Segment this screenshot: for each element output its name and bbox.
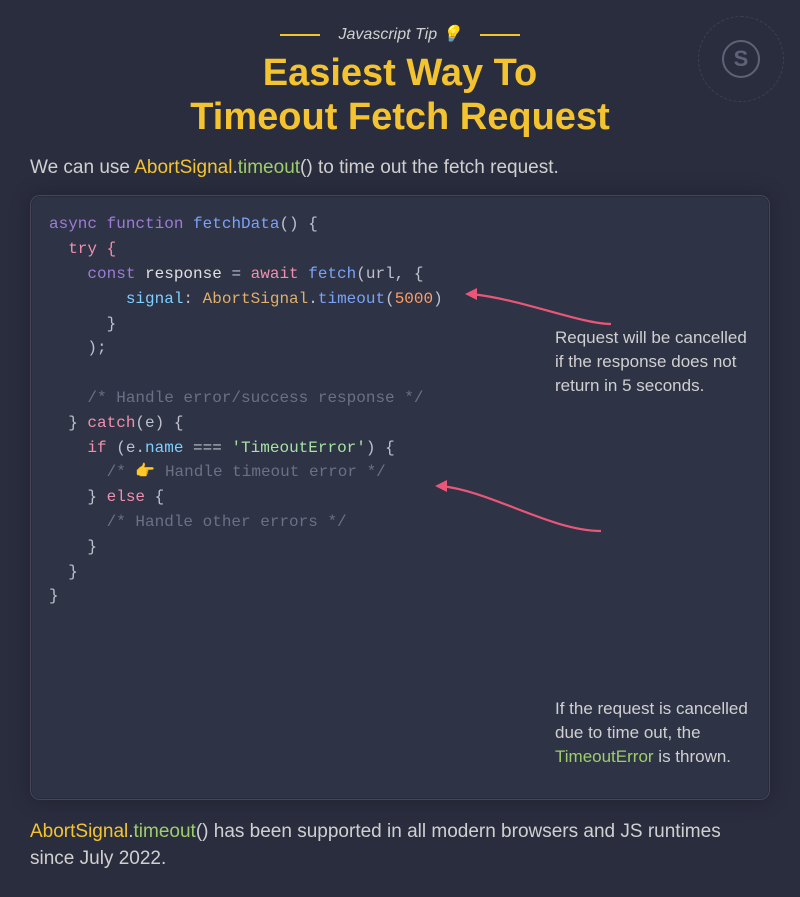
footer-method: timeout <box>134 821 196 842</box>
tok: } <box>49 563 78 581</box>
tok-fetch: fetch <box>308 265 356 283</box>
callout-text: Request will be cancelled if the respons… <box>555 328 747 395</box>
tok-string: 'TimeoutError' <box>231 439 365 457</box>
callout-error: If the request is cancelled due to time … <box>555 697 755 768</box>
callout-text: If the request is cancelled due to time … <box>555 699 748 742</box>
intro-class: AbortSignal <box>134 157 232 178</box>
arrow-icon <box>431 476 631 546</box>
tok: } <box>49 315 116 333</box>
intro-method: timeout <box>238 157 300 178</box>
tok: === <box>193 439 231 457</box>
tok-timeout: timeout <box>318 290 385 308</box>
tok-try: try { <box>49 240 116 258</box>
tok-signal: signal <box>49 290 183 308</box>
title-line-2: Timeout Fetch Request <box>190 96 609 138</box>
tok: } <box>49 414 87 432</box>
tok-comment: /* 👉 Handle timeout error */ <box>49 463 386 481</box>
tok-comment: /* Handle error/success response */ <box>49 389 423 407</box>
tok-if: if <box>49 439 116 457</box>
badge-logo: S <box>722 40 760 78</box>
tok: } <box>49 488 107 506</box>
tok: = <box>231 265 250 283</box>
tok-abortsignal: AbortSignal <box>203 290 309 308</box>
kicker: Javascript Tip 💡 <box>30 24 770 44</box>
tok: (url, { <box>356 265 423 283</box>
footer-text: AbortSignal.timeout() has been supported… <box>30 818 770 873</box>
tok: ( <box>385 290 395 308</box>
tok-num: 5000 <box>395 290 433 308</box>
title-line-1: Easiest Way To <box>263 52 538 94</box>
tok: ) { <box>366 439 395 457</box>
tok-const: const <box>49 265 145 283</box>
callout-error-name: TimeoutError <box>555 747 654 766</box>
tok-var: response <box>145 265 231 283</box>
card: Javascript Tip 💡 Easiest Way To Timeout … <box>0 0 800 897</box>
badge-letter: S <box>734 46 749 72</box>
tok: . <box>308 290 318 308</box>
tok-catch: catch <box>87 414 135 432</box>
callout-timeout: Request will be cancelled if the respons… <box>555 326 755 397</box>
tok: (e) { <box>135 414 183 432</box>
tok: ); <box>49 339 107 357</box>
tok: ) <box>433 290 443 308</box>
tok-comment: /* Handle other errors */ <box>49 513 347 531</box>
tok: : <box>183 290 202 308</box>
tok: { <box>155 488 165 506</box>
callout-text: is thrown. <box>654 747 731 766</box>
intro-post: () to time out the fetch request. <box>300 157 559 178</box>
kicker-text: Javascript Tip 💡 <box>339 26 462 43</box>
tok: () { <box>279 215 317 233</box>
tok-function: function <box>107 215 193 233</box>
code-block: async function fetchData() { try { const… <box>30 195 770 799</box>
intro-text: We can use AbortSignal.timeout() to time… <box>30 157 770 179</box>
footer-class: AbortSignal <box>30 821 128 842</box>
tok-fn-name: fetchData <box>193 215 279 233</box>
tok-else: else <box>107 488 155 506</box>
tok: } <box>49 538 97 556</box>
author-badge: S <box>698 16 784 102</box>
tok-async: async <box>49 215 107 233</box>
tok: } <box>49 587 59 605</box>
title: Easiest Way To Timeout Fetch Request <box>30 52 770 139</box>
intro-pre: We can use <box>30 157 134 178</box>
tok-name: name <box>145 439 193 457</box>
tok-await: await <box>251 265 309 283</box>
tok: (e. <box>116 439 145 457</box>
